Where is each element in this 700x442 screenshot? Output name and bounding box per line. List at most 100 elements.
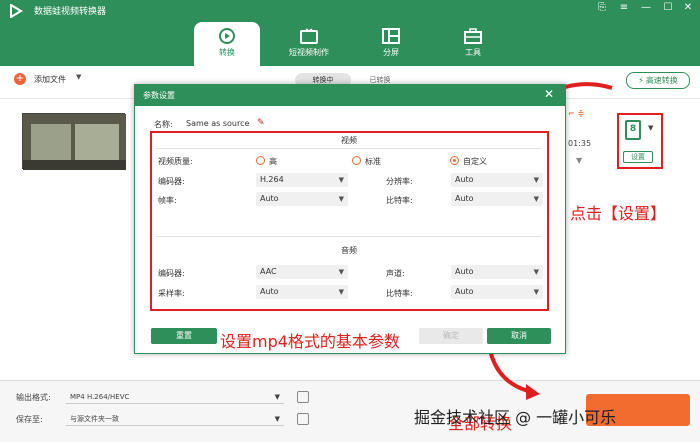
add-file-button[interactable]: 添加文件: [34, 74, 66, 85]
chevron-down-icon[interactable]: ▼: [76, 73, 81, 81]
chevron-down-icon: ▼: [338, 176, 344, 184]
dialog-title: 参数设置: [143, 91, 175, 100]
radio-standard-label: 标准: [365, 157, 381, 166]
channel-label: 声道:: [386, 269, 405, 278]
resolution-label: 分辨率:: [386, 177, 413, 186]
resolution-select[interactable]: Auto ▼: [451, 173, 543, 187]
video-quality-label: 视频质量:: [158, 157, 193, 166]
lightning-icon: ⚡: [638, 76, 644, 85]
close-icon[interactable]: ✕: [544, 87, 554, 101]
tab-tools[interactable]: 工具: [440, 22, 506, 66]
audio-bitrate-value: Auto: [455, 287, 474, 296]
tab-short-video-label: 短视频制作: [289, 48, 329, 57]
tab-tools-label: 工具: [465, 48, 481, 57]
cancel-button[interactable]: 取消: [487, 328, 551, 344]
add-file-icon[interactable]: +: [14, 73, 26, 85]
chevron-down-icon: ▼: [338, 288, 344, 296]
minimize-button[interactable]: —: [638, 2, 654, 13]
tv-icon: [300, 28, 318, 44]
folder-icon[interactable]: [297, 413, 309, 425]
chevron-down-icon: ▼: [533, 268, 539, 276]
annotation-set-params: 设置mp4格式的基本参数: [220, 332, 400, 351]
convert-icon: [219, 28, 235, 44]
chevron-down-icon: ▼: [533, 195, 539, 203]
app-title: 数据蛙视频转换器: [34, 7, 107, 17]
video-encoder-select[interactable]: H.264 ▼: [256, 173, 348, 187]
chevron-down-icon: ▼: [338, 268, 344, 276]
output-format-label: 输出格式:: [16, 393, 51, 402]
close-button[interactable]: ✕: [680, 2, 696, 13]
audio-encoder-select[interactable]: AAC ▼: [256, 265, 348, 279]
params-highlight: [150, 131, 549, 311]
video-encoder-label: 编码器:: [158, 177, 185, 186]
dialog-header: [134, 84, 566, 106]
video-bitrate-value: Auto: [455, 194, 474, 203]
format-icon[interactable]: [297, 391, 309, 403]
audio-bitrate-label: 比特率:: [386, 289, 413, 298]
audio-bitrate-select[interactable]: Auto ▼: [451, 285, 543, 299]
fast-convert-button[interactable]: ⚡ 高速转换: [626, 72, 690, 89]
watermark: 掘金技术社区 @ 一罐小可乐: [414, 408, 617, 427]
channel-value: Auto: [455, 267, 474, 276]
chevron-down-icon: ▼: [274, 393, 280, 401]
menu-icon[interactable]: ≡: [616, 2, 632, 13]
toolbox-icon: [464, 28, 482, 44]
chevron-down-icon[interactable]: ▼: [576, 156, 582, 165]
video-encoder-value: H.264: [260, 175, 284, 184]
framerate-select[interactable]: Auto ▼: [256, 192, 348, 206]
annotation-arrow-icon: [488, 349, 540, 400]
radio-standard[interactable]: [352, 156, 361, 165]
output-format-value: MP4 H.264/HEVC: [70, 393, 130, 401]
divider: [156, 148, 542, 149]
feedback-icon[interactable]: ⎘: [594, 2, 610, 13]
chevron-down-icon: ▼: [533, 176, 539, 184]
video-thumbnail[interactable]: [22, 113, 126, 170]
samplerate-label: 采样率:: [158, 289, 185, 298]
audio-section-title: 音频: [341, 246, 357, 255]
thumbnail-image: [23, 114, 126, 170]
format-badge: 8: [629, 124, 637, 134]
tab-convert-label: 转换: [219, 48, 235, 57]
save-to-label: 保存至:: [16, 415, 43, 424]
output-format-select[interactable]: MP4 H.264/HEVC ▼: [66, 390, 284, 404]
tab-split-screen-label: 分屏: [383, 48, 399, 57]
split-screen-icon: [382, 28, 400, 44]
name-value: Same as source: [186, 119, 250, 128]
tab-split-screen[interactable]: 分屏: [358, 22, 424, 66]
samplerate-select[interactable]: Auto ▼: [256, 285, 348, 299]
channel-select[interactable]: Auto ▼: [451, 265, 543, 279]
tab-convert[interactable]: 转换: [194, 22, 260, 70]
app-logo-icon: [10, 4, 23, 18]
maximize-button[interactable]: ☐: [660, 2, 676, 13]
video-bitrate-select[interactable]: Auto ▼: [451, 192, 543, 206]
fast-convert-label: 高速转换: [645, 76, 678, 85]
name-label: 名称:: [154, 120, 173, 129]
audio-encoder-value: AAC: [260, 267, 277, 276]
video-section-title: 视频: [341, 136, 357, 145]
annotation-click-settings: 点击【设置】: [570, 204, 667, 223]
ok-button[interactable]: 确定: [419, 328, 483, 344]
resolution-value: Auto: [455, 175, 474, 184]
samplerate-value: Auto: [260, 287, 279, 296]
chevron-down-icon: ▼: [533, 288, 539, 296]
chevron-down-icon: ▼: [274, 415, 280, 423]
chevron-down-icon[interactable]: ▼: [648, 124, 653, 132]
framerate-value: Auto: [260, 194, 279, 203]
audio-encoder-label: 编码器:: [158, 269, 185, 278]
chevron-down-icon: ▼: [338, 195, 344, 203]
tab-short-video[interactable]: 短视频制作: [276, 22, 342, 66]
duration-text: 01:35: [568, 139, 592, 148]
radio-high[interactable]: [256, 156, 265, 165]
save-to-select[interactable]: 与源文件夹一致 ▼: [66, 412, 284, 426]
divider: [156, 236, 542, 237]
radio-high-label: 高: [269, 157, 277, 166]
pencil-icon[interactable]: ✎: [257, 118, 265, 128]
radio-custom[interactable]: [450, 156, 459, 165]
format-settings-icon[interactable]: 8: [625, 120, 641, 140]
framerate-label: 帧率:: [158, 196, 177, 205]
radio-custom-label: 自定义: [463, 157, 487, 166]
reset-button[interactable]: 重置: [151, 328, 217, 344]
settings-button[interactable]: 设置: [623, 151, 653, 163]
save-to-value: 与源文件夹一致: [70, 415, 119, 423]
video-bitrate-label: 比特率:: [386, 196, 413, 205]
